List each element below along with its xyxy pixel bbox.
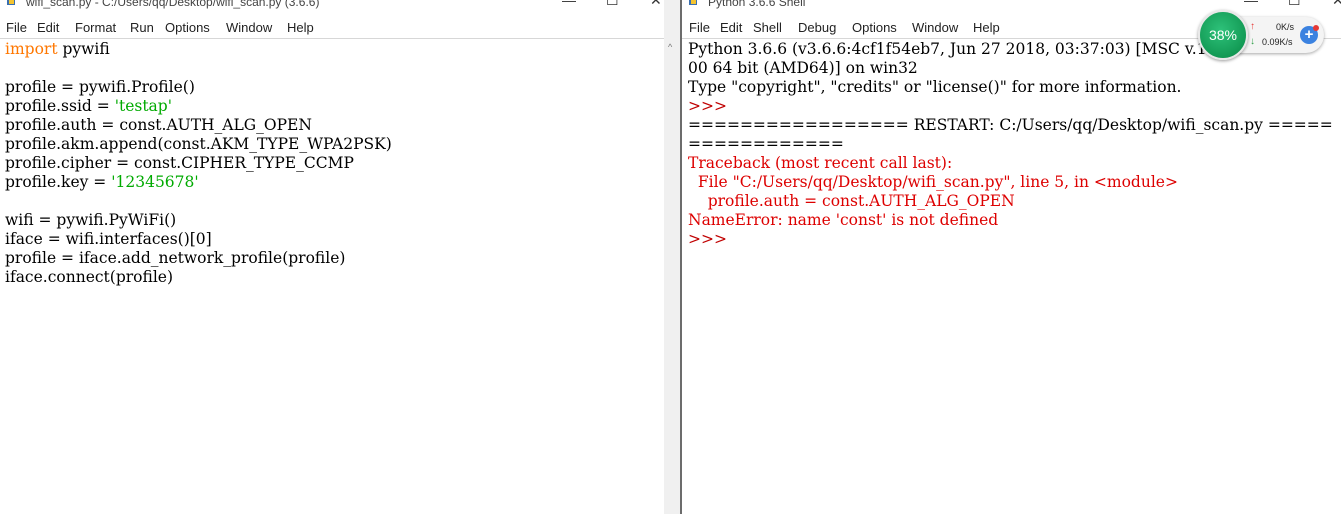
code-line-token: pywifi (57, 40, 110, 58)
shell-line-token: Python 3.6.6 (v3.6.6:4cf1f54eb7, Jun 27 … (688, 40, 1217, 58)
code-line-token: wifi = pywifi.PyWiFi() (5, 211, 177, 229)
minimize-button[interactable]: — (1244, 0, 1258, 8)
code-line: profile.key = '12345678' (5, 173, 392, 192)
notification-dot-icon (1313, 25, 1319, 31)
code-line: profile.akm.append(const.AKM_TYPE_WPA2PS… (5, 135, 392, 154)
network-speed-widget[interactable]: ↑ 0K/s ↓ 0.09K/s 38% + (1198, 10, 1328, 60)
code-line: profile.cipher = const.CIPHER_TYPE_CCMP (5, 154, 392, 173)
shell-menu-edit[interactable]: Edit (720, 18, 742, 38)
editor-menu-file[interactable]: File (6, 18, 27, 38)
close-button[interactable]: ✕ (1332, 0, 1341, 8)
editor-titlebar: wifi_scan.py - C:/Users/qq/Desktop/wifi_… (0, 0, 664, 10)
shell-title: Python 3.6.6 Shell (708, 0, 806, 9)
code-line: iface.connect(profile) (5, 268, 392, 287)
shell-line-token: 00 64 bit (AMD64)] on win32 (688, 59, 918, 77)
shell-window: Python 3.6.6 Shell — ☐ ✕ File Edit Shell De… (682, 0, 1341, 514)
upload-arrow-icon: ↑ (1250, 21, 1255, 32)
shell-menu-debug[interactable]: Debug (798, 18, 836, 38)
code-line: profile.ssid = 'testap' (5, 97, 392, 116)
code-line-token: profile = pywifi.Profile() (5, 78, 195, 96)
shell-line: NameError: name 'const' is not defined (688, 211, 1333, 230)
shell-titlebar: Python 3.6.6 Shell — ☐ ✕ (682, 0, 1341, 10)
shell-menu-shell[interactable]: Shell (753, 18, 782, 38)
shell-output[interactable]: Python 3.6.6 (v3.6.6:4cf1f54eb7, Jun 27 … (688, 40, 1333, 249)
editor-title: wifi_scan.py - C:/Users/qq/Desktop/wifi_… (26, 0, 320, 9)
editor-menu-format[interactable]: Format (75, 18, 116, 38)
editor-menu-options[interactable]: Options (165, 18, 210, 38)
maximize-button[interactable]: ☐ (606, 0, 619, 8)
python-shell-icon (689, 0, 697, 5)
code-line-token: profile.akm.append(const.AKM_TYPE_WPA2PS… (5, 135, 392, 153)
code-line-token: profile = iface.add_network_profile(prof… (5, 249, 346, 267)
python-file-icon (7, 0, 15, 5)
shell-line: 00 64 bit (AMD64)] on win32 (688, 59, 1333, 78)
shell-menu-window[interactable]: Window (912, 18, 958, 38)
shell-line: >>> (688, 97, 1333, 116)
code-line: import pywifi (5, 40, 392, 59)
shell-line: profile.auth = const.AUTH_ALG_OPEN (688, 192, 1333, 211)
code-line-token: iface.connect(profile) (5, 268, 174, 286)
shell-menu-file[interactable]: File (689, 18, 710, 38)
editor-menu-help[interactable]: Help (287, 18, 314, 38)
shell-line-token: File "C:/Users/qq/Desktop/wifi_scan.py",… (688, 173, 1178, 191)
scroll-up-icon[interactable]: ^ (668, 42, 672, 52)
shell-menu-options[interactable]: Options (852, 18, 897, 38)
editor-menu-run[interactable]: Run (130, 18, 154, 38)
code-line: iface = wifi.interfaces()[0] (5, 230, 392, 249)
shell-line-token: Traceback (most recent call last): (688, 154, 953, 172)
editor-menu-edit[interactable]: Edit (37, 18, 59, 38)
maximize-button[interactable]: ☐ (1288, 0, 1301, 8)
code-line-token: profile.key = (5, 173, 112, 191)
code-line-token: iface = wifi.interfaces()[0] (5, 230, 212, 248)
menu-separator (0, 38, 664, 39)
shell-line-token: >>> (688, 230, 732, 248)
editor-menu-window[interactable]: Window (226, 18, 272, 38)
shell-line-token: ============ (688, 135, 844, 153)
download-arrow-icon: ↓ (1250, 36, 1255, 47)
shell-line-token: Type "copyright", "credits" or "license(… (688, 78, 1182, 96)
code-line-token: profile.auth = const.AUTH_ALG_OPEN (5, 116, 312, 134)
minimize-button[interactable]: — (562, 0, 576, 8)
code-line-token: profile.ssid = (5, 97, 115, 115)
editor-window: wifi_scan.py - C:/Users/qq/Desktop/wifi_… (0, 0, 664, 514)
code-line: profile = iface.add_network_profile(prof… (5, 249, 392, 268)
shell-line-token: NameError: name 'const' is not defined (688, 211, 999, 229)
code-line-token: 'testap' (114, 97, 172, 115)
shell-line: Type "copyright", "credits" or "license(… (688, 78, 1333, 97)
code-line: profile.auth = const.AUTH_ALG_OPEN (5, 116, 392, 135)
shell-menu-help[interactable]: Help (973, 18, 1000, 38)
shell-line: Traceback (most recent call last): (688, 154, 1333, 173)
editor-menubar: File Edit Format Run Options Window Help (0, 18, 664, 38)
upload-speed: 0K/s (1276, 22, 1295, 32)
code-line-token: '12345678' (111, 173, 199, 191)
shell-line: >>> (688, 230, 1333, 249)
shell-line-token: >>> (688, 97, 732, 115)
shell-line: ================= RESTART: C:/Users/qq/D… (688, 116, 1333, 135)
usage-percent-circle[interactable]: 38% (1198, 10, 1248, 60)
code-line: profile = pywifi.Profile() (5, 78, 392, 97)
code-line: wifi = pywifi.PyWiFi() (5, 211, 392, 230)
code-line-token: profile.cipher = const.CIPHER_TYPE_CCMP (5, 154, 354, 172)
shell-line-token: ================= RESTART: C:/Users/qq/D… (688, 116, 1333, 134)
shell-line: File "C:/Users/qq/Desktop/wifi_scan.py",… (688, 173, 1333, 192)
download-speed: 0.09K/s (1262, 37, 1293, 47)
shell-line: ============ (688, 135, 1333, 154)
close-button[interactable]: ✕ (650, 0, 662, 8)
code-editor-text[interactable]: import pywifi profile = pywifi.Profile() p… (5, 40, 392, 287)
code-line-token: import (5, 40, 58, 58)
shell-line-token: profile.auth = const.AUTH_ALG_OPEN (688, 192, 1015, 210)
